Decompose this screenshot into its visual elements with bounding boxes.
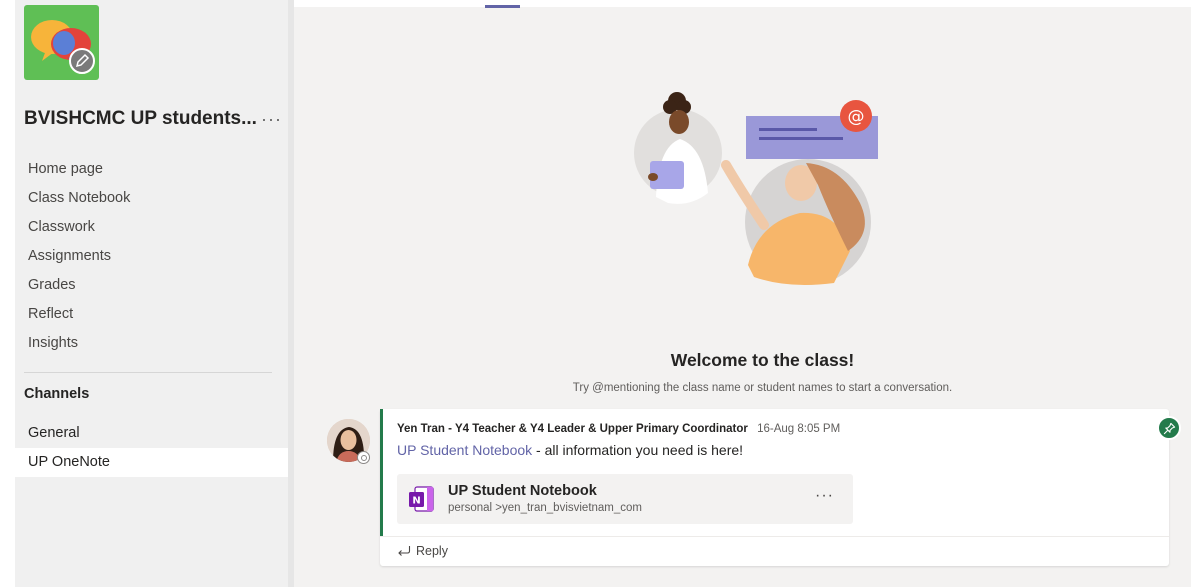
- post-body-text: - all information you need is here!: [532, 442, 744, 458]
- post-accent-bar: [380, 409, 383, 536]
- team-avatar[interactable]: [24, 5, 99, 80]
- team-header: BVISHCMC UP students... ···: [24, 104, 281, 134]
- svg-text:N: N: [412, 496, 420, 507]
- chat-bubbles-icon: [31, 20, 95, 74]
- post-notebook-link[interactable]: UP Student Notebook: [397, 442, 532, 458]
- post-body: UP Student Notebook - all information yo…: [397, 442, 743, 458]
- post-timestamp: 16-Aug 8:05 PM: [757, 423, 841, 435]
- nav-item-class-notebook[interactable]: Class Notebook: [15, 184, 288, 213]
- welcome-subtitle: Try @mentioning the class name or studen…: [572, 382, 953, 394]
- channels-heading: Channels: [24, 386, 90, 402]
- attachment-more-icon[interactable]: ···: [815, 487, 834, 505]
- channel-post: Yen Tran - Y4 Teacher & Y4 Leader & Uppe…: [380, 409, 1181, 566]
- presence-status-icon: [357, 451, 370, 464]
- attachment-path: personal >yen_tran_bvisvietnam_com: [448, 502, 643, 514]
- reply-button[interactable]: Reply: [397, 544, 448, 558]
- channel-item-up-onenote[interactable]: UP OneNote: [15, 448, 288, 477]
- channel-list: General UP OneNote: [15, 419, 288, 477]
- nav-item-classwork[interactable]: Classwork: [15, 213, 288, 242]
- sidebar-divider: [24, 372, 272, 373]
- reply-bar: Reply: [380, 536, 1169, 566]
- post-author[interactable]: Yen Tran - Y4 Teacher & Y4 Leader & Uppe…: [397, 423, 748, 435]
- attachment-card[interactable]: N UP Student Notebook personal >yen_tran…: [397, 474, 853, 524]
- sidebar: BVISHCMC UP students... ··· Home page Cl…: [15, 0, 288, 587]
- channel-item-general[interactable]: General: [15, 419, 288, 448]
- reply-label: Reply: [416, 544, 448, 558]
- nav-item-insights[interactable]: Insights: [15, 329, 288, 358]
- nav-item-grades[interactable]: Grades: [15, 271, 288, 300]
- svg-text:@: @: [848, 107, 865, 127]
- team-name[interactable]: BVISHCMC UP students...: [24, 108, 257, 130]
- reply-arrow-icon: [398, 546, 411, 556]
- post-header: Yen Tran - Y4 Teacher & Y4 Leader & Uppe…: [397, 423, 840, 435]
- welcome-illustration: @: [628, 85, 888, 290]
- nav-item-assignments[interactable]: Assignments: [15, 242, 288, 271]
- nav-item-reflect[interactable]: Reflect: [15, 300, 288, 329]
- pin-icon[interactable]: [1157, 416, 1181, 440]
- nav-item-home-page[interactable]: Home page: [15, 155, 288, 184]
- welcome-title: Welcome to the class!: [670, 350, 855, 370]
- onenote-icon: N: [407, 484, 437, 514]
- class-nav: Home page Class Notebook Classwork Assig…: [15, 155, 288, 358]
- ellipsis-icon[interactable]: ···: [257, 109, 286, 130]
- active-tab-indicator: [485, 5, 520, 8]
- attachment-name: UP Student Notebook: [448, 483, 597, 499]
